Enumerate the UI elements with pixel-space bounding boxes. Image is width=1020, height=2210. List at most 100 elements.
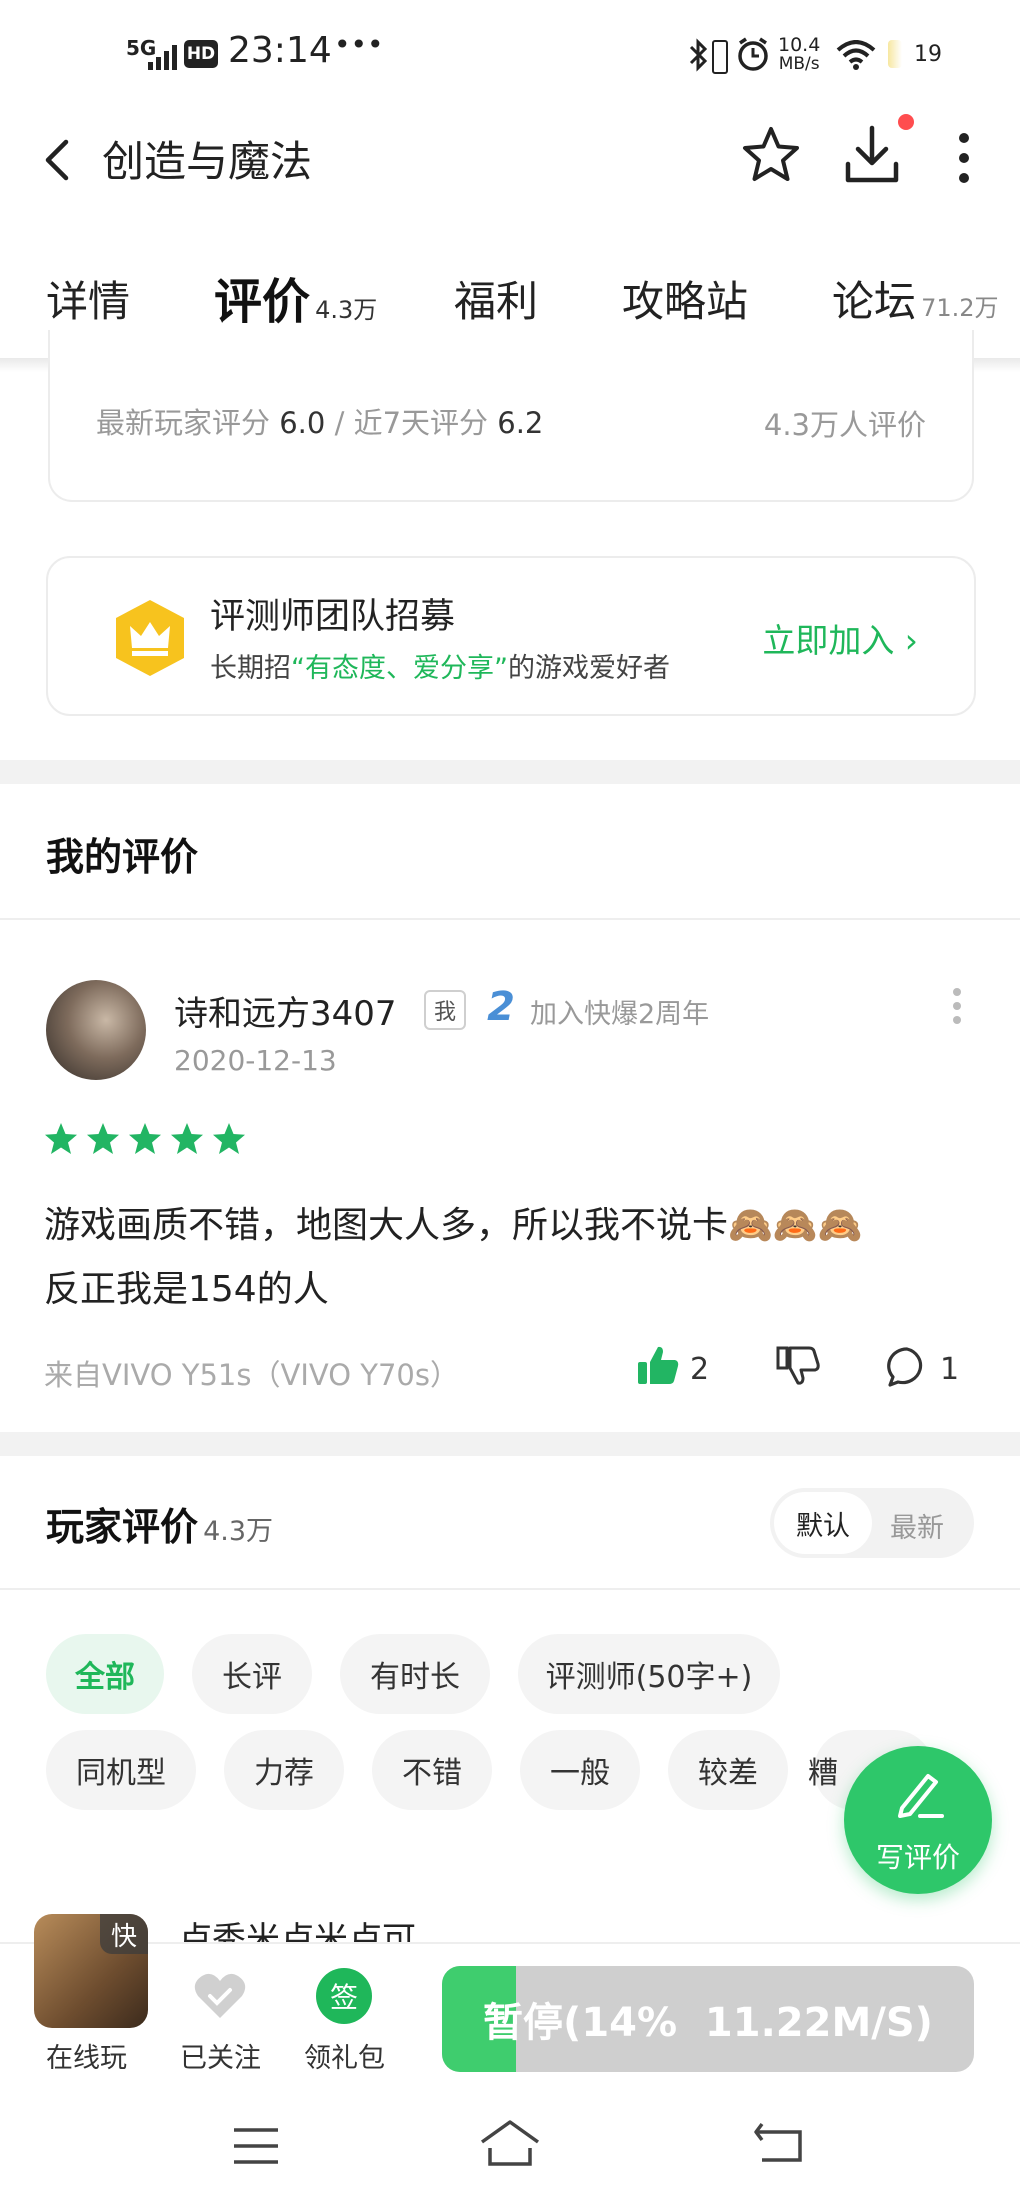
more-status-dots: •••: [334, 28, 384, 61]
rating-row: 最新玩家评分 6.0 / 近7天评分 6.2: [96, 400, 543, 442]
followed-label[interactable]: 已关注: [180, 2036, 261, 2075]
pen-icon: [894, 1768, 946, 1824]
me-badge: 我: [424, 990, 466, 1030]
tab-forum-label: 论坛: [832, 277, 917, 326]
page-title: 创造与魔法: [102, 137, 313, 186]
download-status-text: 暂停(14% 11.22M/S): [483, 2000, 933, 2046]
filter-chip-recommend[interactable]: 力荐: [224, 1730, 344, 1810]
recent-rating-label: 近7天评分: [353, 406, 489, 440]
tab-guides[interactable]: 攻略站: [622, 268, 748, 329]
player-reviews-count: 4.3万: [203, 1516, 274, 1547]
back-icon[interactable]: [30, 130, 90, 190]
review-username[interactable]: 诗和远方3407: [174, 986, 397, 1035]
filter-chip-same-device[interactable]: 同机型: [46, 1730, 196, 1810]
tab-reviews-count: 4.3万: [315, 296, 378, 324]
quick-badge: 快: [100, 1914, 148, 1954]
tab-reviews-label: 评价: [214, 274, 311, 330]
review-more-icon[interactable]: [950, 986, 964, 1030]
back-nav-icon[interactable]: [752, 2120, 804, 2168]
bluetooth-icon: [688, 38, 710, 76]
menu-icon[interactable]: [232, 2126, 280, 2170]
like-icon[interactable]: [636, 1344, 680, 1390]
heart-icon[interactable]: [192, 1970, 248, 2026]
star-rating: [44, 1122, 246, 1156]
more-menu-icon[interactable]: [954, 128, 974, 192]
online-play-label[interactable]: 在线玩: [46, 2036, 127, 2075]
review-text-line2: 反正我是154的人: [44, 1269, 329, 1310]
filter-chip-bad-label: 糟: [808, 1756, 838, 1791]
filter-chip-playtime[interactable]: 有时长: [340, 1634, 490, 1714]
recruit-desc: 长期招“有态度、爱分享”的游戏爱好者: [210, 646, 670, 685]
rating-total: 4.3万人评价: [763, 408, 926, 442]
recruit-title: 评测师团队招募: [210, 597, 456, 637]
rating-separator: /: [334, 406, 345, 440]
gift-sign-icon[interactable]: 签: [316, 1968, 372, 2024]
battery-icon: [888, 40, 902, 68]
game-icon[interactable]: 快: [34, 1914, 148, 2028]
vibrate-icon: [712, 40, 728, 74]
crown-badge-icon: [114, 598, 186, 682]
player-reviews-title: 玩家评价: [46, 1505, 199, 1549]
app-header: 创造与魔法: [0, 100, 1020, 230]
battery-level: 19: [914, 42, 942, 67]
latest-rating-label: 最新玩家评分: [96, 406, 271, 440]
gift-label[interactable]: 领礼包: [304, 2036, 385, 2075]
alarm-icon: [736, 36, 770, 76]
write-review-button[interactable]: 写评价: [844, 1746, 992, 1894]
sort-latest-button[interactable]: 最新: [890, 1506, 944, 1545]
net-speed-unit: MB/s: [778, 54, 820, 74]
join-now-link[interactable]: 立即加入 ›: [762, 614, 918, 662]
sort-default-button[interactable]: 默认: [774, 1492, 872, 1554]
recruit-desc-highlight: “有态度、爱分享”: [291, 653, 508, 684]
comment-icon[interactable]: [886, 1346, 928, 1392]
tab-detail[interactable]: 详情: [46, 268, 130, 329]
star-icon: [87, 1123, 119, 1154]
section-divider: [0, 1432, 1020, 1456]
filter-chip-good[interactable]: 不错: [372, 1730, 492, 1810]
recent-rating-value: 6.2: [497, 406, 544, 440]
favorite-star-icon[interactable]: [740, 124, 802, 190]
tab-forum-count: 71.2万: [921, 294, 999, 322]
net-speed: 10.4 MB/s: [778, 36, 820, 74]
recruit-desc-suffix: 的游戏爱好者: [507, 653, 670, 684]
write-review-label: 写评价: [875, 1841, 960, 1874]
review-text-line1: 游戏画质不错，地图大人多，所以我不说卡🙈🙈🙈: [44, 1205, 863, 1246]
sort-toggle: 默认 最新: [770, 1488, 974, 1558]
filter-chip-poor[interactable]: 较差: [668, 1730, 788, 1810]
rating-card: 最新玩家评分 6.0 / 近7天评分 6.2 4.3万人评价: [48, 330, 974, 502]
net-speed-value: 10.4: [778, 34, 821, 56]
wifi-icon: [836, 40, 876, 74]
filter-chip-average[interactable]: 一般: [520, 1730, 640, 1810]
tab-reviews[interactable]: 评价 4.3万: [214, 262, 377, 332]
hd-badge: HD: [184, 40, 218, 68]
download-icon[interactable]: [840, 122, 904, 192]
tab-forum[interactable]: 论坛 71.2万: [832, 268, 999, 329]
my-review-card: 诗和远方3407 我 2 加入快爆2周年 2020-12-13 游戏画质不错，地…: [0, 920, 1020, 1430]
divider-line: [0, 1588, 1020, 1590]
recruit-card[interactable]: 评测师团队招募 长期招“有态度、爱分享”的游戏爱好者 立即加入 ›: [46, 556, 976, 716]
home-icon[interactable]: [478, 2118, 542, 2172]
star-icon: [129, 1123, 161, 1154]
comment-count: 1: [940, 1352, 960, 1387]
system-nav-bar: [0, 2092, 1020, 2210]
avatar[interactable]: [46, 980, 146, 1080]
section-divider: [0, 760, 1020, 784]
tab-welfare[interactable]: 福利: [454, 268, 538, 329]
filter-chip-reviewer[interactable]: 评测师(50字+): [518, 1634, 780, 1714]
star-icon: [213, 1123, 245, 1154]
dislike-icon[interactable]: [776, 1344, 820, 1390]
review-date: 2020-12-13: [174, 1044, 337, 1077]
filter-chip-long[interactable]: 长评: [192, 1634, 312, 1714]
filter-chip-all[interactable]: 全部: [46, 1634, 164, 1714]
latest-rating-value: 6.0: [279, 406, 326, 440]
player-reviews-heading: 玩家评价 4.3万: [46, 1496, 273, 1551]
like-count: 2: [690, 1352, 710, 1387]
star-icon: [171, 1123, 203, 1154]
download-progress-button[interactable]: 暂停(14% 11.22M/S): [442, 1966, 974, 2072]
my-review-title: 我的评价: [46, 835, 199, 879]
next-review-username: 卢秀米卢米卢可: [178, 1920, 416, 1942]
status-bar: 5G HD 23:14 ••• 10.4 MB/s 19: [0, 0, 1020, 100]
star-icon: [45, 1123, 77, 1154]
clock: 23:14: [228, 30, 332, 71]
notification-dot: [898, 114, 914, 130]
